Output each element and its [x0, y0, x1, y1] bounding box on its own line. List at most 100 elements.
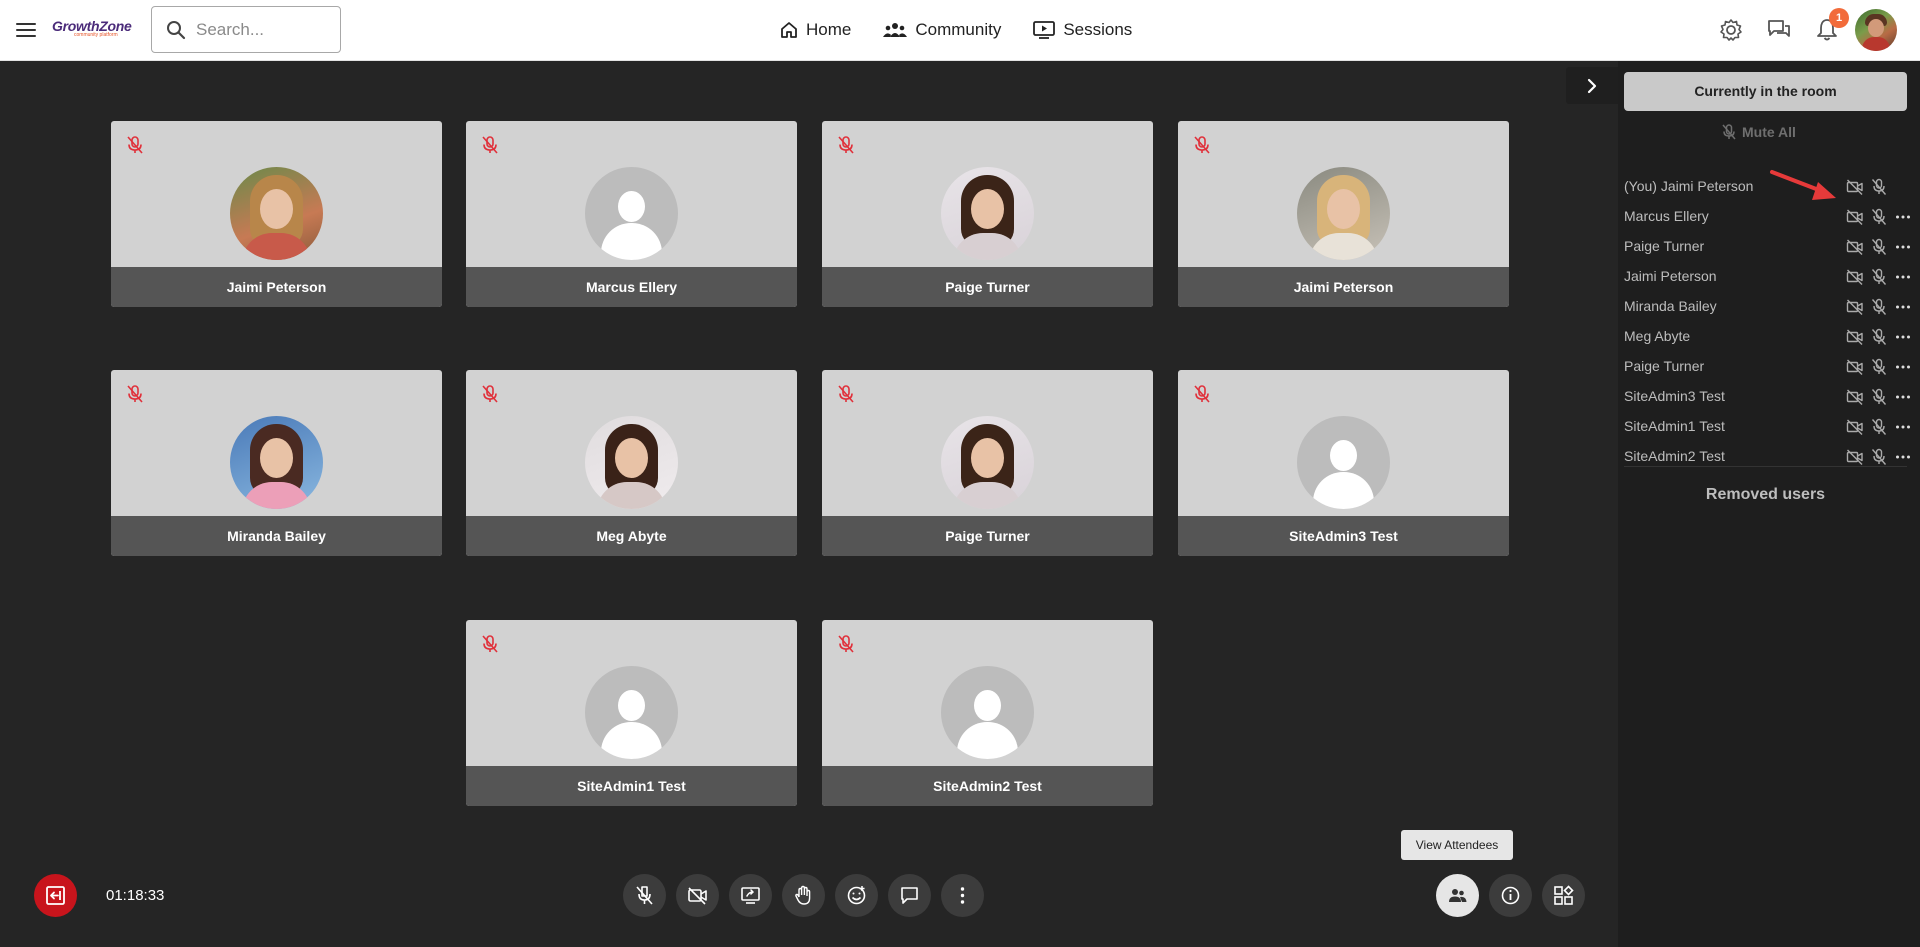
user-profile-avatar[interactable]	[1855, 9, 1897, 51]
participant-name: Paige Turner	[822, 516, 1153, 556]
more-options-icon[interactable]	[1894, 268, 1912, 286]
camera-off-icon[interactable]	[1846, 358, 1864, 376]
attendee-row: (You) Jaimi Peterson	[1624, 172, 1908, 202]
info-button[interactable]	[1489, 874, 1532, 917]
chevron-right-icon	[1587, 78, 1597, 94]
participant-name: SiteAdmin2 Test	[822, 766, 1153, 806]
participant-video-tile[interactable]: Marcus Ellery	[466, 121, 797, 307]
nav-sessions[interactable]: Sessions	[1033, 20, 1132, 40]
camera-off-icon[interactable]	[1846, 448, 1864, 466]
camera-off-icon	[688, 887, 707, 905]
participant-video-tile[interactable]: Meg Abyte	[466, 370, 797, 556]
mic-off-icon[interactable]	[1870, 418, 1888, 436]
default-avatar-icon	[941, 666, 1034, 759]
more-options-icon[interactable]	[1894, 388, 1912, 406]
removed-users-heading[interactable]: Removed users	[1618, 486, 1913, 504]
top-navigation-bar: GrowthZone community platform Home Commu…	[0, 0, 1920, 61]
exit-icon	[46, 886, 65, 905]
participant-name: Miranda Bailey	[111, 516, 442, 556]
camera-off-icon[interactable]	[1846, 238, 1864, 256]
emoji-button[interactable]	[835, 874, 878, 917]
settings-gear-icon[interactable]	[1718, 17, 1744, 43]
mic-off-icon[interactable]	[1870, 268, 1888, 286]
nav-sessions-label: Sessions	[1063, 20, 1133, 39]
mic-off-icon[interactable]	[1870, 238, 1888, 256]
participant-video-tile[interactable]: Jaimi Peterson	[1178, 121, 1509, 307]
more-options-icon[interactable]	[1894, 328, 1912, 346]
mic-muted-icon	[838, 635, 854, 653]
mic-off-icon	[636, 886, 653, 905]
more-options-icon[interactable]	[1894, 238, 1912, 256]
attendee-row: SiteAdmin1 Test	[1624, 412, 1910, 442]
more-options-icon[interactable]	[1894, 208, 1912, 226]
more-options-icon[interactable]	[1894, 358, 1912, 376]
more-options-icon[interactable]	[1894, 298, 1912, 316]
mic-off-icon[interactable]	[1870, 358, 1888, 376]
participant-video-tile[interactable]: SiteAdmin3 Test	[1178, 370, 1509, 556]
chat-button[interactable]	[888, 874, 931, 917]
mic-off-button[interactable]	[623, 874, 666, 917]
mic-off-icon[interactable]	[1870, 448, 1888, 466]
attendee-name: Jaimi Peterson	[1624, 268, 1717, 284]
camera-off-icon[interactable]	[1846, 208, 1864, 226]
attendee-row: SiteAdmin3 Test	[1624, 382, 1910, 412]
growthzone-logo[interactable]: GrowthZone community platform	[52, 18, 144, 42]
screen-share-button[interactable]	[729, 874, 772, 917]
messages-icon[interactable]	[1766, 17, 1792, 43]
attendee-name: SiteAdmin2 Test	[1624, 448, 1725, 464]
attendee-row: Marcus Ellery	[1624, 202, 1910, 232]
attendee-name: SiteAdmin1 Test	[1624, 418, 1725, 434]
layout-button[interactable]	[1542, 874, 1585, 917]
mic-off-icon[interactable]	[1870, 208, 1888, 226]
participant-video-tile[interactable]: SiteAdmin2 Test	[822, 620, 1153, 806]
participant-video-tile[interactable]: Paige Turner	[822, 370, 1153, 556]
more-vertical-button[interactable]	[941, 874, 984, 917]
mic-off-icon[interactable]	[1870, 388, 1888, 406]
hamburger-menu-icon[interactable]	[14, 19, 38, 41]
participant-name: SiteAdmin1 Test	[466, 766, 797, 806]
nav-home-label: Home	[806, 20, 852, 39]
participant-name: Paige Turner	[822, 267, 1153, 307]
view-attendees-tooltip: View Attendees	[1401, 830, 1513, 860]
nav-home[interactable]: Home	[780, 20, 851, 40]
mic-off-icon[interactable]	[1870, 328, 1888, 346]
raise-hand-button[interactable]	[782, 874, 825, 917]
notification-count-badge: 1	[1829, 8, 1849, 28]
attendee-row: Paige Turner	[1624, 352, 1910, 382]
mute-all-button[interactable]: Mute All	[1722, 124, 1796, 140]
participant-video-tile[interactable]: SiteAdmin1 Test	[466, 620, 797, 806]
annotation-arrow-icon	[1770, 170, 1836, 200]
participant-photo	[1297, 167, 1390, 260]
mic-muted-icon	[482, 385, 498, 403]
community-icon	[883, 23, 908, 37]
participant-video-tile[interactable]: Miranda Bailey	[111, 370, 442, 556]
screen-share-icon	[741, 887, 760, 904]
currently-in-room-header[interactable]: Currently in the room	[1624, 72, 1907, 111]
camera-off-icon[interactable]	[1846, 268, 1864, 286]
leave-session-button[interactable]	[34, 874, 77, 917]
camera-off-button[interactable]	[676, 874, 719, 917]
participant-video-tile[interactable]: Jaimi Peterson	[111, 121, 442, 307]
camera-off-icon[interactable]	[1846, 328, 1864, 346]
mic-muted-icon	[127, 385, 143, 403]
collapse-panel-button[interactable]	[1566, 67, 1618, 104]
attendee-row: Jaimi Peterson	[1624, 262, 1910, 292]
search-box[interactable]	[151, 6, 341, 53]
mic-muted-icon	[127, 136, 143, 154]
mic-muted-icon	[482, 136, 498, 154]
participant-video-tile[interactable]: Paige Turner	[822, 121, 1153, 307]
mic-off-icon[interactable]	[1870, 298, 1888, 316]
attendees-button[interactable]	[1436, 874, 1479, 917]
camera-off-icon[interactable]	[1846, 178, 1864, 196]
nav-community[interactable]: Community	[883, 20, 1001, 40]
home-icon	[781, 22, 797, 38]
mic-off-icon	[1722, 124, 1736, 140]
camera-off-icon[interactable]	[1846, 418, 1864, 436]
camera-off-icon[interactable]	[1846, 388, 1864, 406]
more-options-icon[interactable]	[1894, 418, 1912, 436]
camera-off-icon[interactable]	[1846, 298, 1864, 316]
mic-off-icon[interactable]	[1870, 178, 1888, 196]
search-input[interactable]	[196, 19, 326, 41]
more-options-icon[interactable]	[1894, 448, 1912, 466]
participant-name: Jaimi Peterson	[111, 267, 442, 307]
